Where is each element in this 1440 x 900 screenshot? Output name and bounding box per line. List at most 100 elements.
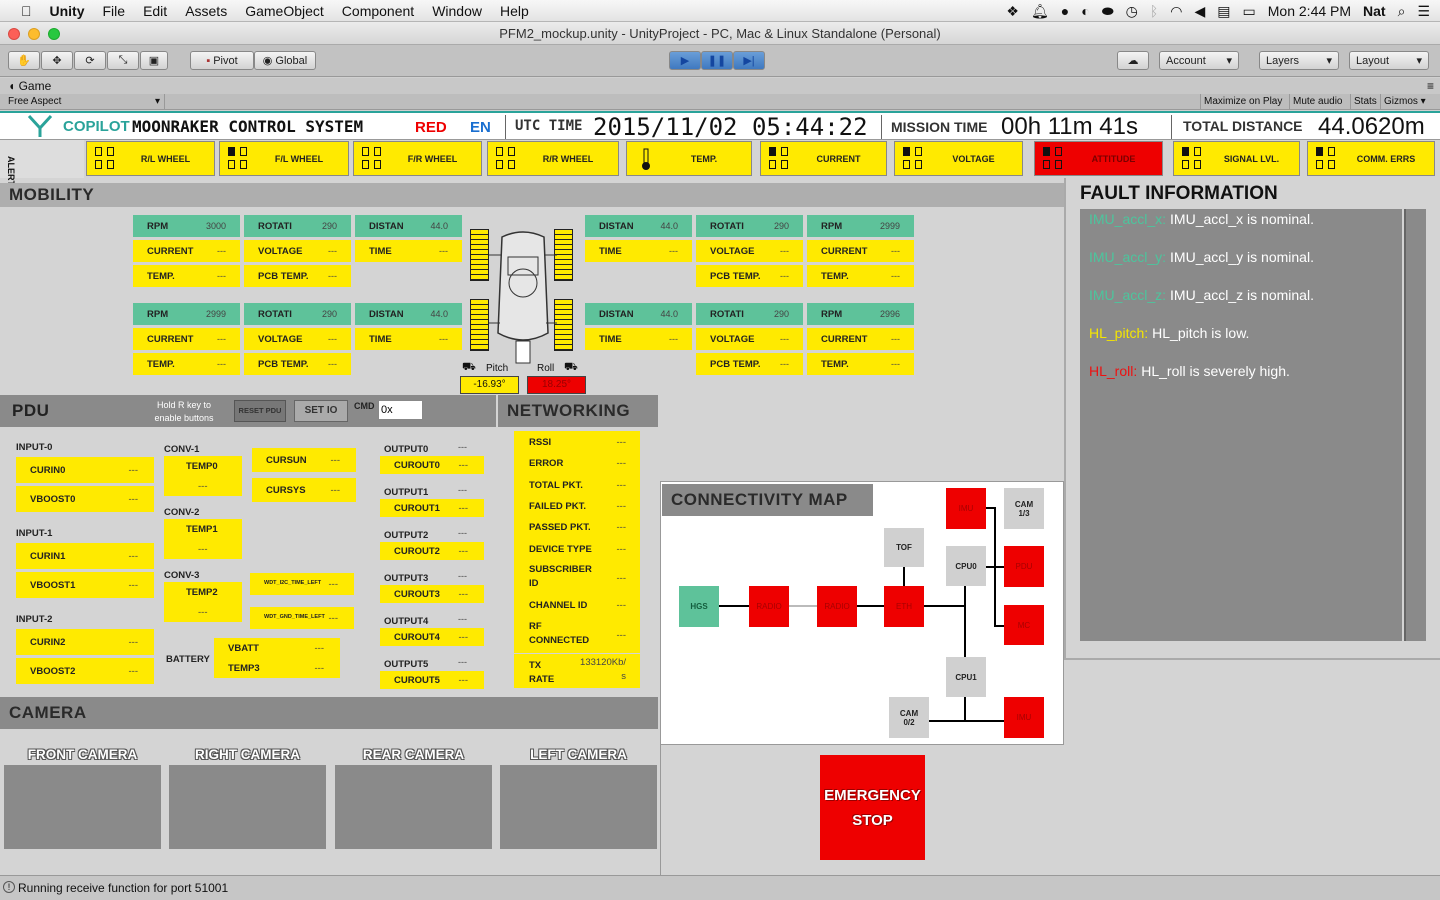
pitch-value: -16.93° — [460, 376, 519, 394]
menu-help[interactable]: Help — [491, 3, 538, 19]
time-machine-icon[interactable]: ◷ — [1126, 3, 1138, 20]
move-tool-button[interactable]: ✥ — [41, 51, 73, 70]
mobility-fr-rot: ROTATI 290 — [696, 215, 803, 237]
node-cpu1[interactable]: CPU1 — [946, 657, 986, 697]
cloud-icon[interactable]: ☁ — [1117, 51, 1149, 70]
rect-tool-button[interactable]: ▣ — [140, 51, 168, 70]
spotlight-search-icon[interactable]: ⌕ — [1398, 3, 1406, 20]
alert-button-temp[interactable]: TEMP. — [626, 141, 752, 176]
layout-dropdown[interactable]: Layout ▾ — [1349, 51, 1429, 70]
minimize-window-button[interactable] — [28, 28, 40, 40]
reset-pdu-button[interactable]: RESET PDU — [234, 400, 286, 422]
field-label: PCB TEMP. — [710, 358, 761, 370]
set-io-button[interactable]: SET IO — [294, 400, 348, 422]
pause-button[interactable]: ❚❚ — [701, 51, 733, 70]
mute-audio-toggle[interactable]: Mute audio — [1289, 94, 1345, 110]
volume-icon[interactable]: ◀ — [1195, 3, 1206, 20]
menu-window[interactable]: Window — [423, 3, 491, 19]
alert-button-voltage[interactable]: VOLTAGE — [894, 141, 1023, 176]
node-radio-1[interactable]: RADIO — [749, 586, 789, 627]
menu-assets[interactable]: Assets — [176, 3, 236, 19]
rotate-tool-button[interactable]: ⟳ — [74, 51, 106, 70]
network-row-channel-id: CHANNEL ID --- — [514, 594, 640, 616]
zoom-window-button[interactable] — [48, 28, 60, 40]
pivot-toggle[interactable]: ▪ Pivot — [190, 51, 254, 70]
status-square-icon — [508, 146, 515, 156]
scale-tool-button[interactable]: ⤡ — [107, 51, 139, 70]
wifi-icon[interactable]: ◠ — [1170, 3, 1182, 20]
maximize-on-play-toggle[interactable]: Maximize on Play — [1200, 94, 1285, 110]
close-window-button[interactable] — [8, 28, 20, 40]
cmd-input[interactable] — [378, 400, 423, 420]
pdu-field-label: CUROUT5 — [394, 674, 440, 686]
sync-icon[interactable]: ◐ — [1081, 3, 1089, 19]
alert-button-label: R/R WHEEL — [542, 153, 594, 164]
field-value: --- — [669, 246, 678, 256]
play-button[interactable]: ▶ — [669, 51, 701, 70]
tab-game[interactable]: Game — [19, 79, 52, 93]
list-menu-icon[interactable]: ☰ — [1417, 3, 1430, 20]
alert-button-r-l-wheel[interactable]: R/L WHEEL — [86, 141, 215, 176]
alert-button-f-l-wheel[interactable]: F/L WHEEL — [219, 141, 349, 176]
drive-icon[interactable]: ⬬ — [1102, 3, 1114, 20]
panel-menu-icon[interactable]: ≡ — [1427, 78, 1434, 94]
node-pdu[interactable]: PDU — [1004, 546, 1044, 587]
apple-icon[interactable]:  — [12, 3, 41, 19]
status-square-icon — [1194, 146, 1201, 156]
status-square-icon — [240, 159, 247, 169]
layers-dropdown[interactable]: Layers ▾ — [1259, 51, 1339, 70]
node-hgs[interactable]: HGS — [679, 586, 719, 627]
alert-button-comm-errs[interactable]: COMM. ERRS — [1307, 141, 1435, 176]
menu-edit[interactable]: Edit — [134, 3, 176, 19]
alert-button-f-r-wheel[interactable]: F/R WHEEL — [353, 141, 482, 176]
stats-toggle[interactable]: Stats — [1350, 94, 1380, 110]
alert-button-r-r-wheel[interactable]: R/R WHEEL — [487, 141, 619, 176]
chat-bubble-icon[interactable]: ● — [1061, 3, 1069, 19]
pdu-field-value: --- — [458, 631, 469, 643]
gizmos-dropdown[interactable]: Gizmos ▾ — [1380, 94, 1429, 110]
aspect-dropdown[interactable]: Free Aspect ▾ — [0, 94, 165, 110]
node-mc[interactable]: MC — [1004, 605, 1044, 645]
status-square-icon — [1328, 159, 1335, 169]
node-cpu0[interactable]: CPU0 — [946, 546, 986, 586]
hand-tool-button[interactable]: ✋ — [8, 51, 40, 70]
node-radio-2[interactable]: RADIO — [817, 586, 857, 627]
alert-button-signal-lvl[interactable]: SIGNAL LVL. — [1173, 141, 1300, 176]
camera-feed-right-camera[interactable] — [169, 765, 326, 849]
menu-unity[interactable]: Unity — [41, 3, 94, 19]
dropbox-icon[interactable]: ❖ — [1006, 3, 1019, 20]
node-eth[interactable]: ETH — [884, 586, 924, 627]
node-cam-0-2[interactable]: CAM 0/2 — [889, 697, 929, 738]
node-imu-2[interactable]: IMU — [1004, 697, 1044, 738]
account-dropdown[interactable]: Account ▾ — [1159, 51, 1239, 70]
flag-icon[interactable]: ▤ — [1217, 3, 1230, 20]
camera-feed-front-camera[interactable] — [4, 765, 161, 849]
notification-bell-icon[interactable]: 🔔︎ — [1031, 3, 1049, 20]
user-name[interactable]: Nat — [1363, 3, 1386, 19]
alert-button-attitude[interactable]: ATTITUDE — [1034, 141, 1163, 176]
node-tof[interactable]: TOF — [884, 528, 924, 567]
camera-feed-rear-camera[interactable] — [335, 765, 492, 849]
node-imu-1[interactable]: IMU — [946, 488, 986, 529]
alert-button-current[interactable]: CURRENT — [760, 141, 887, 176]
camera-feed-left-camera[interactable] — [500, 765, 657, 849]
emergency-stop-button[interactable]: EMERGENCY STOP — [820, 755, 925, 860]
node-cam-1-3[interactable]: CAM 1/3 — [1004, 488, 1044, 529]
status-message[interactable]: Running receive function for port 51001 — [18, 881, 228, 895]
global-toggle[interactable]: ◉ Global — [254, 51, 316, 70]
clock[interactable]: Mon 2:44 PM — [1268, 3, 1351, 19]
menu-file[interactable]: File — [94, 3, 135, 19]
wheel-status-icon — [1182, 146, 1204, 171]
menu-gameobject[interactable]: GameObject — [236, 3, 333, 19]
pdu-field-label: WDT_GND_TIME_LEFT — [264, 614, 325, 620]
status-square-icon — [1043, 159, 1050, 169]
bluetooth-icon[interactable]: ᛒ — [1150, 3, 1158, 19]
battery-icon[interactable]: ▭ — [1243, 3, 1256, 20]
language-badge[interactable]: EN — [470, 119, 491, 136]
pdu-conv-2-label: CONV-2 — [164, 507, 200, 518]
step-button[interactable]: ▶| — [733, 51, 765, 70]
pdu-vboost1: VBOOST1 --- — [16, 572, 154, 598]
wheel-status-icon — [496, 146, 518, 171]
fault-scrollbar[interactable] — [1404, 209, 1426, 641]
menu-component[interactable]: Component — [333, 3, 423, 19]
